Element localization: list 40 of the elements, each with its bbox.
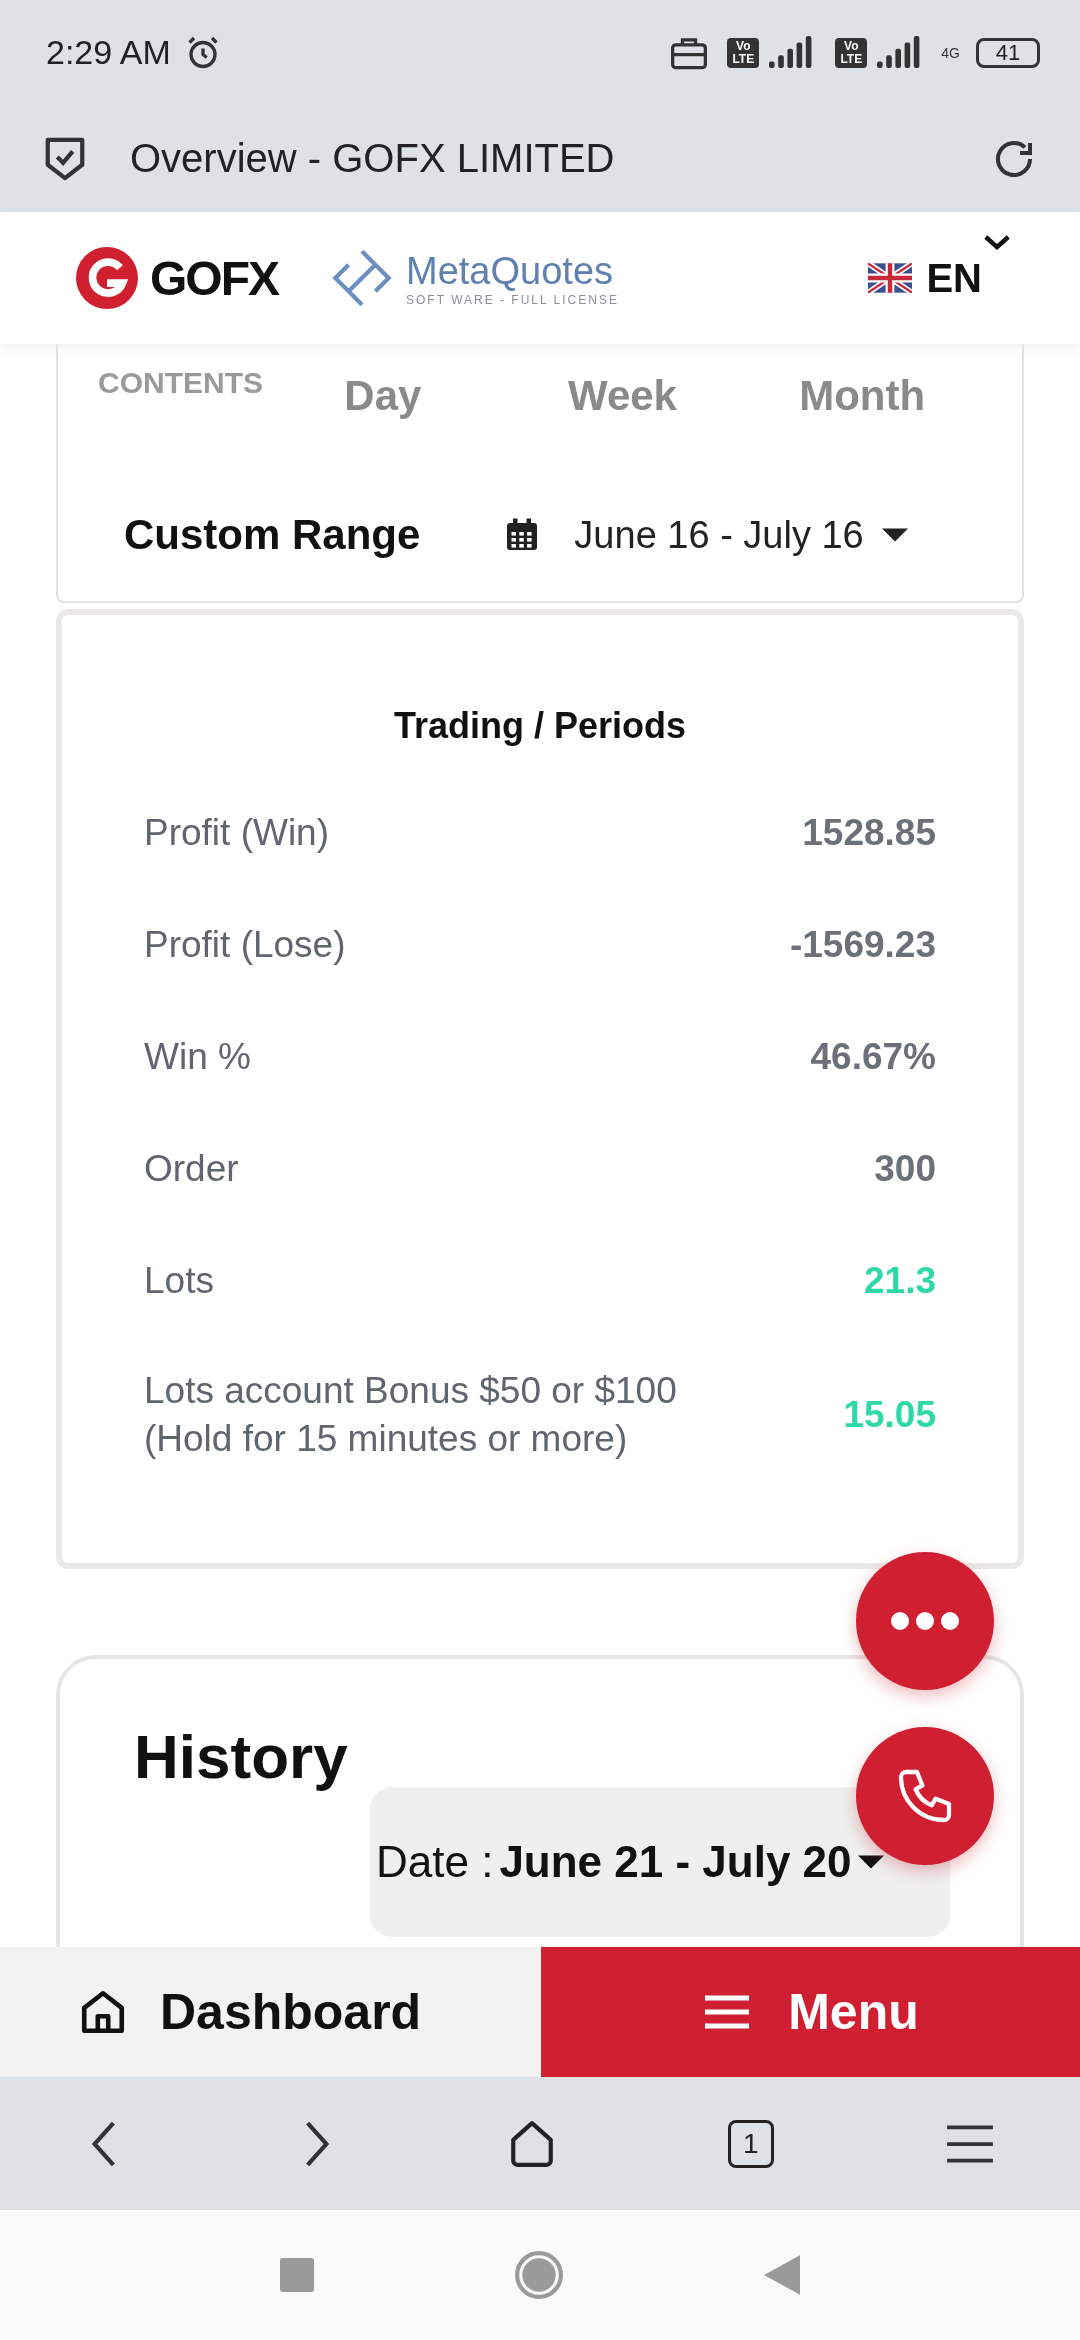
call-button[interactable] xyxy=(856,1727,994,1865)
stat-value: 15.05 xyxy=(843,1394,936,1436)
stat-value: 21.3 xyxy=(864,1260,936,1302)
volte-badge: Vo LTE xyxy=(727,37,760,68)
history-title: History xyxy=(134,1721,349,1792)
stat-label: Profit (Win) xyxy=(144,811,329,855)
stat-label: Win % xyxy=(144,1035,251,1079)
card-title: Trading / Periods xyxy=(392,705,688,747)
flag-icon xyxy=(868,263,913,293)
network-label: 4G xyxy=(941,44,960,61)
home-circle-icon[interactable] xyxy=(514,2250,564,2300)
page-title: Overview - GOFX LIMITED xyxy=(130,136,616,181)
stat-value: 300 xyxy=(874,1148,936,1190)
caret-icon xyxy=(881,528,908,542)
stat-label: Lots xyxy=(144,1259,214,1303)
status-time: 2:29 AM xyxy=(46,33,171,72)
volte-badge: Vo LTE xyxy=(835,37,868,68)
brand-name: GOFX xyxy=(150,250,278,306)
stat-value: 46.67% xyxy=(810,1036,936,1078)
brand-logo-icon xyxy=(76,247,138,309)
partner-tagline: SOFT WARE - FULL LICENSE xyxy=(406,292,619,307)
more-icon xyxy=(890,1611,960,1631)
stat-label: Order xyxy=(144,1147,239,1191)
language-selector[interactable]: EN xyxy=(868,255,982,301)
stat-label: Lots account Bonus $50 or $100 (Hold for 15 minutes or more) xyxy=(144,1369,677,1461)
date-range-dropdown[interactable]: June 16 - July 16 xyxy=(574,513,908,557)
custom-range-tab[interactable]: Custom Range xyxy=(124,511,421,559)
section-label: CONTENTS xyxy=(98,365,263,400)
stat-value: 1528.85 xyxy=(802,812,936,854)
stat-label: Profit (Lose) xyxy=(144,923,346,967)
dashboard-button[interactable]: Dashboard xyxy=(0,1947,541,2077)
caret-icon xyxy=(857,1855,884,1869)
history-date-dropdown[interactable]: Date :June 21 - July 20 xyxy=(370,1787,950,1937)
back-triangle-icon[interactable] xyxy=(764,2255,800,2295)
tabs-count-button[interactable]: 1 xyxy=(727,2119,774,2168)
battery-indicator: 41 xyxy=(976,37,1040,68)
stat-value: -1569.23 xyxy=(789,924,936,966)
more-button[interactable] xyxy=(856,1552,994,1690)
partner-name: MetaQuotes xyxy=(406,249,614,293)
menu-button[interactable]: Menu xyxy=(541,1947,1080,2077)
